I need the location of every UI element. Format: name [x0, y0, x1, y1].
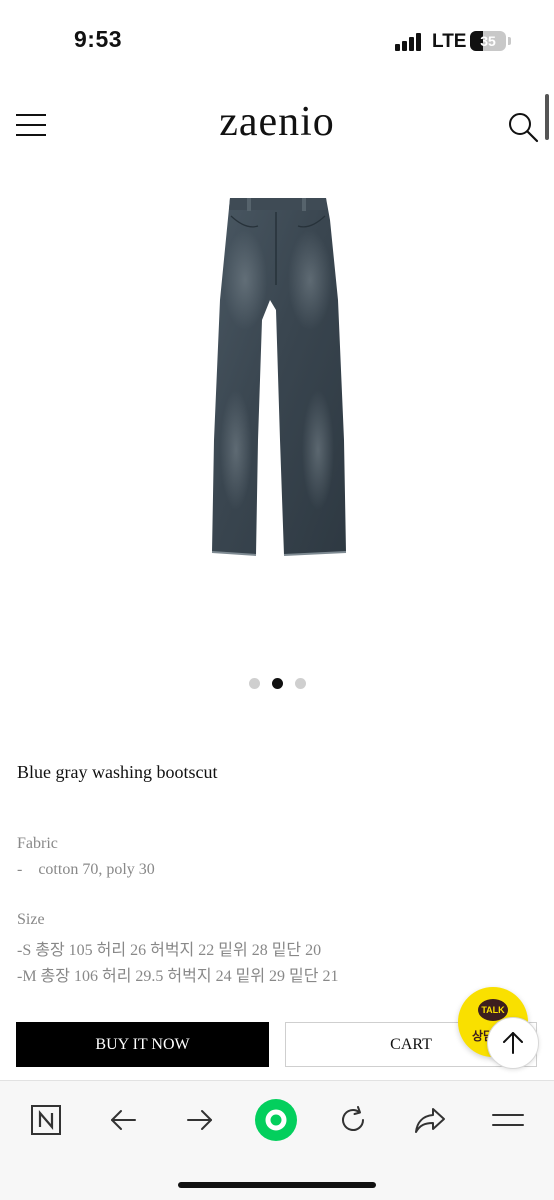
- carousel-dot[interactable]: [294, 678, 306, 689]
- product-image[interactable]: [0, 190, 554, 570]
- arrow-up-icon: [503, 1032, 523, 1054]
- jeans-product-photo: [211, 198, 347, 556]
- menu-lines-icon[interactable]: [486, 1098, 530, 1142]
- forward-arrow-icon[interactable]: [178, 1098, 222, 1142]
- network-type: LTE: [432, 31, 467, 52]
- green-home-icon[interactable]: [254, 1098, 298, 1142]
- home-indicator: [178, 1182, 376, 1188]
- naver-n-icon[interactable]: [24, 1098, 68, 1142]
- cellular-signal-icon: [395, 33, 423, 51]
- buy-now-button[interactable]: BUY IT NOW: [16, 1022, 269, 1067]
- scroll-indicator: [545, 94, 549, 140]
- back-arrow-icon[interactable]: [101, 1098, 145, 1142]
- site-header: zaenio: [0, 84, 554, 170]
- battery-level: 35: [480, 33, 496, 49]
- size-line-s: -S 총장 105 허리 26 허벅지 22 밑위 28 밑단 20: [17, 942, 322, 959]
- reload-icon[interactable]: [331, 1098, 375, 1142]
- product-title: Blue gray washing bootscut: [17, 762, 218, 782]
- scroll-to-top-button[interactable]: [487, 1017, 539, 1069]
- status-bar: 9:53 LTE 35: [0, 0, 554, 84]
- share-icon[interactable]: [408, 1098, 452, 1142]
- fabric-label: Fabric: [17, 835, 58, 852]
- status-time: 9:53: [74, 26, 123, 52]
- carousel-dot[interactable]: [248, 678, 260, 689]
- search-icon[interactable]: [506, 110, 540, 144]
- size-line-m: -M 총장 106 허리 29.5 허벅지 24 밑위 29 밑단 21: [17, 968, 339, 985]
- carousel-dot[interactable]: [271, 678, 283, 689]
- fabric-detail: - cotton 70, poly 30: [17, 861, 155, 878]
- site-logo[interactable]: zaenio: [0, 98, 554, 146]
- battery-tip: [508, 37, 511, 45]
- carousel-dots: [0, 678, 554, 690]
- size-label: Size: [17, 911, 45, 928]
- battery-icon: 35: [470, 31, 506, 51]
